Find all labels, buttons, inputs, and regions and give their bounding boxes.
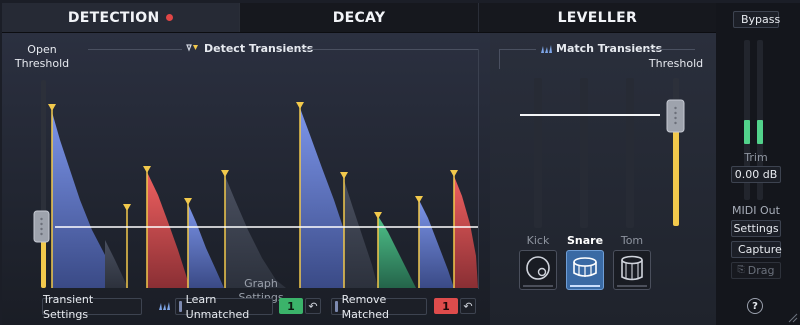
waveform-blue	[419, 200, 454, 288]
waveform-blue	[52, 112, 128, 288]
remove-matched-label: Remove Matched	[341, 292, 389, 321]
learn-unmatched-count[interactable]: 1	[279, 298, 303, 314]
remove-undo-icon[interactable]: ↶	[460, 298, 476, 314]
waveform-grey	[344, 180, 378, 288]
tom-drum-icon	[621, 255, 643, 281]
waveform-red	[147, 172, 190, 288]
trim-label: Trim	[744, 151, 768, 164]
waveform-grey	[225, 176, 286, 288]
drag-label: Drag	[747, 264, 775, 277]
kick-drum-button[interactable]	[519, 250, 557, 290]
toggle-indicator	[335, 301, 338, 312]
drag-file-icon: ⎘	[737, 265, 745, 275]
help-button[interactable]: ?	[747, 298, 763, 314]
remove-matched-count[interactable]: 1	[434, 298, 458, 314]
kick-indicator-bar	[523, 285, 553, 287]
learn-waveform-icon	[159, 302, 170, 310]
open-threshold-fill	[41, 235, 46, 288]
drum-label-kick: Kick	[526, 234, 550, 247]
drum-label-tom: Tom	[620, 234, 644, 247]
match-threshold-label: Threshold	[648, 57, 704, 70]
midi-out-label: MIDI Out	[732, 204, 780, 217]
kick-drum-icon	[526, 256, 550, 280]
resize-grip-icon[interactable]	[786, 311, 798, 323]
match-waveform-icon	[541, 45, 552, 53]
tom-drum-button[interactable]	[613, 250, 651, 290]
drum-label-snare: Snare	[566, 234, 604, 247]
capture-label: Capture	[738, 243, 782, 256]
match-threshold-slider[interactable]	[664, 78, 688, 228]
snare-drum-button[interactable]	[566, 250, 604, 290]
divider	[645, 49, 695, 50]
waveform-red	[454, 176, 478, 288]
snare-level-slot	[580, 78, 588, 228]
midi-drag-button[interactable]: ⎘ Drag	[731, 262, 781, 279]
snare-indicator-bar	[570, 285, 600, 287]
learn-undo-icon[interactable]: ↶	[305, 298, 321, 314]
learn-unmatched-toggle[interactable]: Learn Unmatched	[175, 293, 273, 321]
meter-left-level	[744, 120, 750, 144]
bypass-label: Bypass	[741, 13, 781, 26]
waveform-blue	[188, 204, 224, 288]
meter-right-level	[757, 120, 763, 144]
tom-level-slot	[626, 78, 634, 228]
divider	[499, 49, 500, 69]
waveform-grey	[105, 240, 128, 288]
tom-indicator-bar	[617, 285, 647, 287]
bypass-toggle[interactable]: Bypass	[733, 11, 781, 28]
kick-level-slot	[534, 78, 542, 228]
midi-settings-button[interactable]: Settings	[731, 220, 781, 237]
toggle-indicator	[179, 301, 182, 312]
trim-value-field[interactable]: 0.00 dB	[731, 166, 781, 183]
match-threshold-line[interactable]	[520, 114, 660, 116]
transient-settings-button[interactable]: Transient Settings	[42, 293, 142, 321]
midi-capture-toggle[interactable]: Capture	[731, 241, 782, 258]
divider	[500, 49, 536, 50]
remove-matched-toggle[interactable]: Remove Matched	[331, 293, 427, 321]
open-threshold-handle[interactable]	[33, 210, 50, 243]
plugin-window: DETECTION DECAY LEVELLER Open Threshold …	[0, 0, 800, 325]
learn-unmatched-label: Learn Unmatched	[185, 292, 250, 321]
waveform-regions	[52, 108, 478, 288]
snare-drum-icon	[573, 257, 597, 277]
